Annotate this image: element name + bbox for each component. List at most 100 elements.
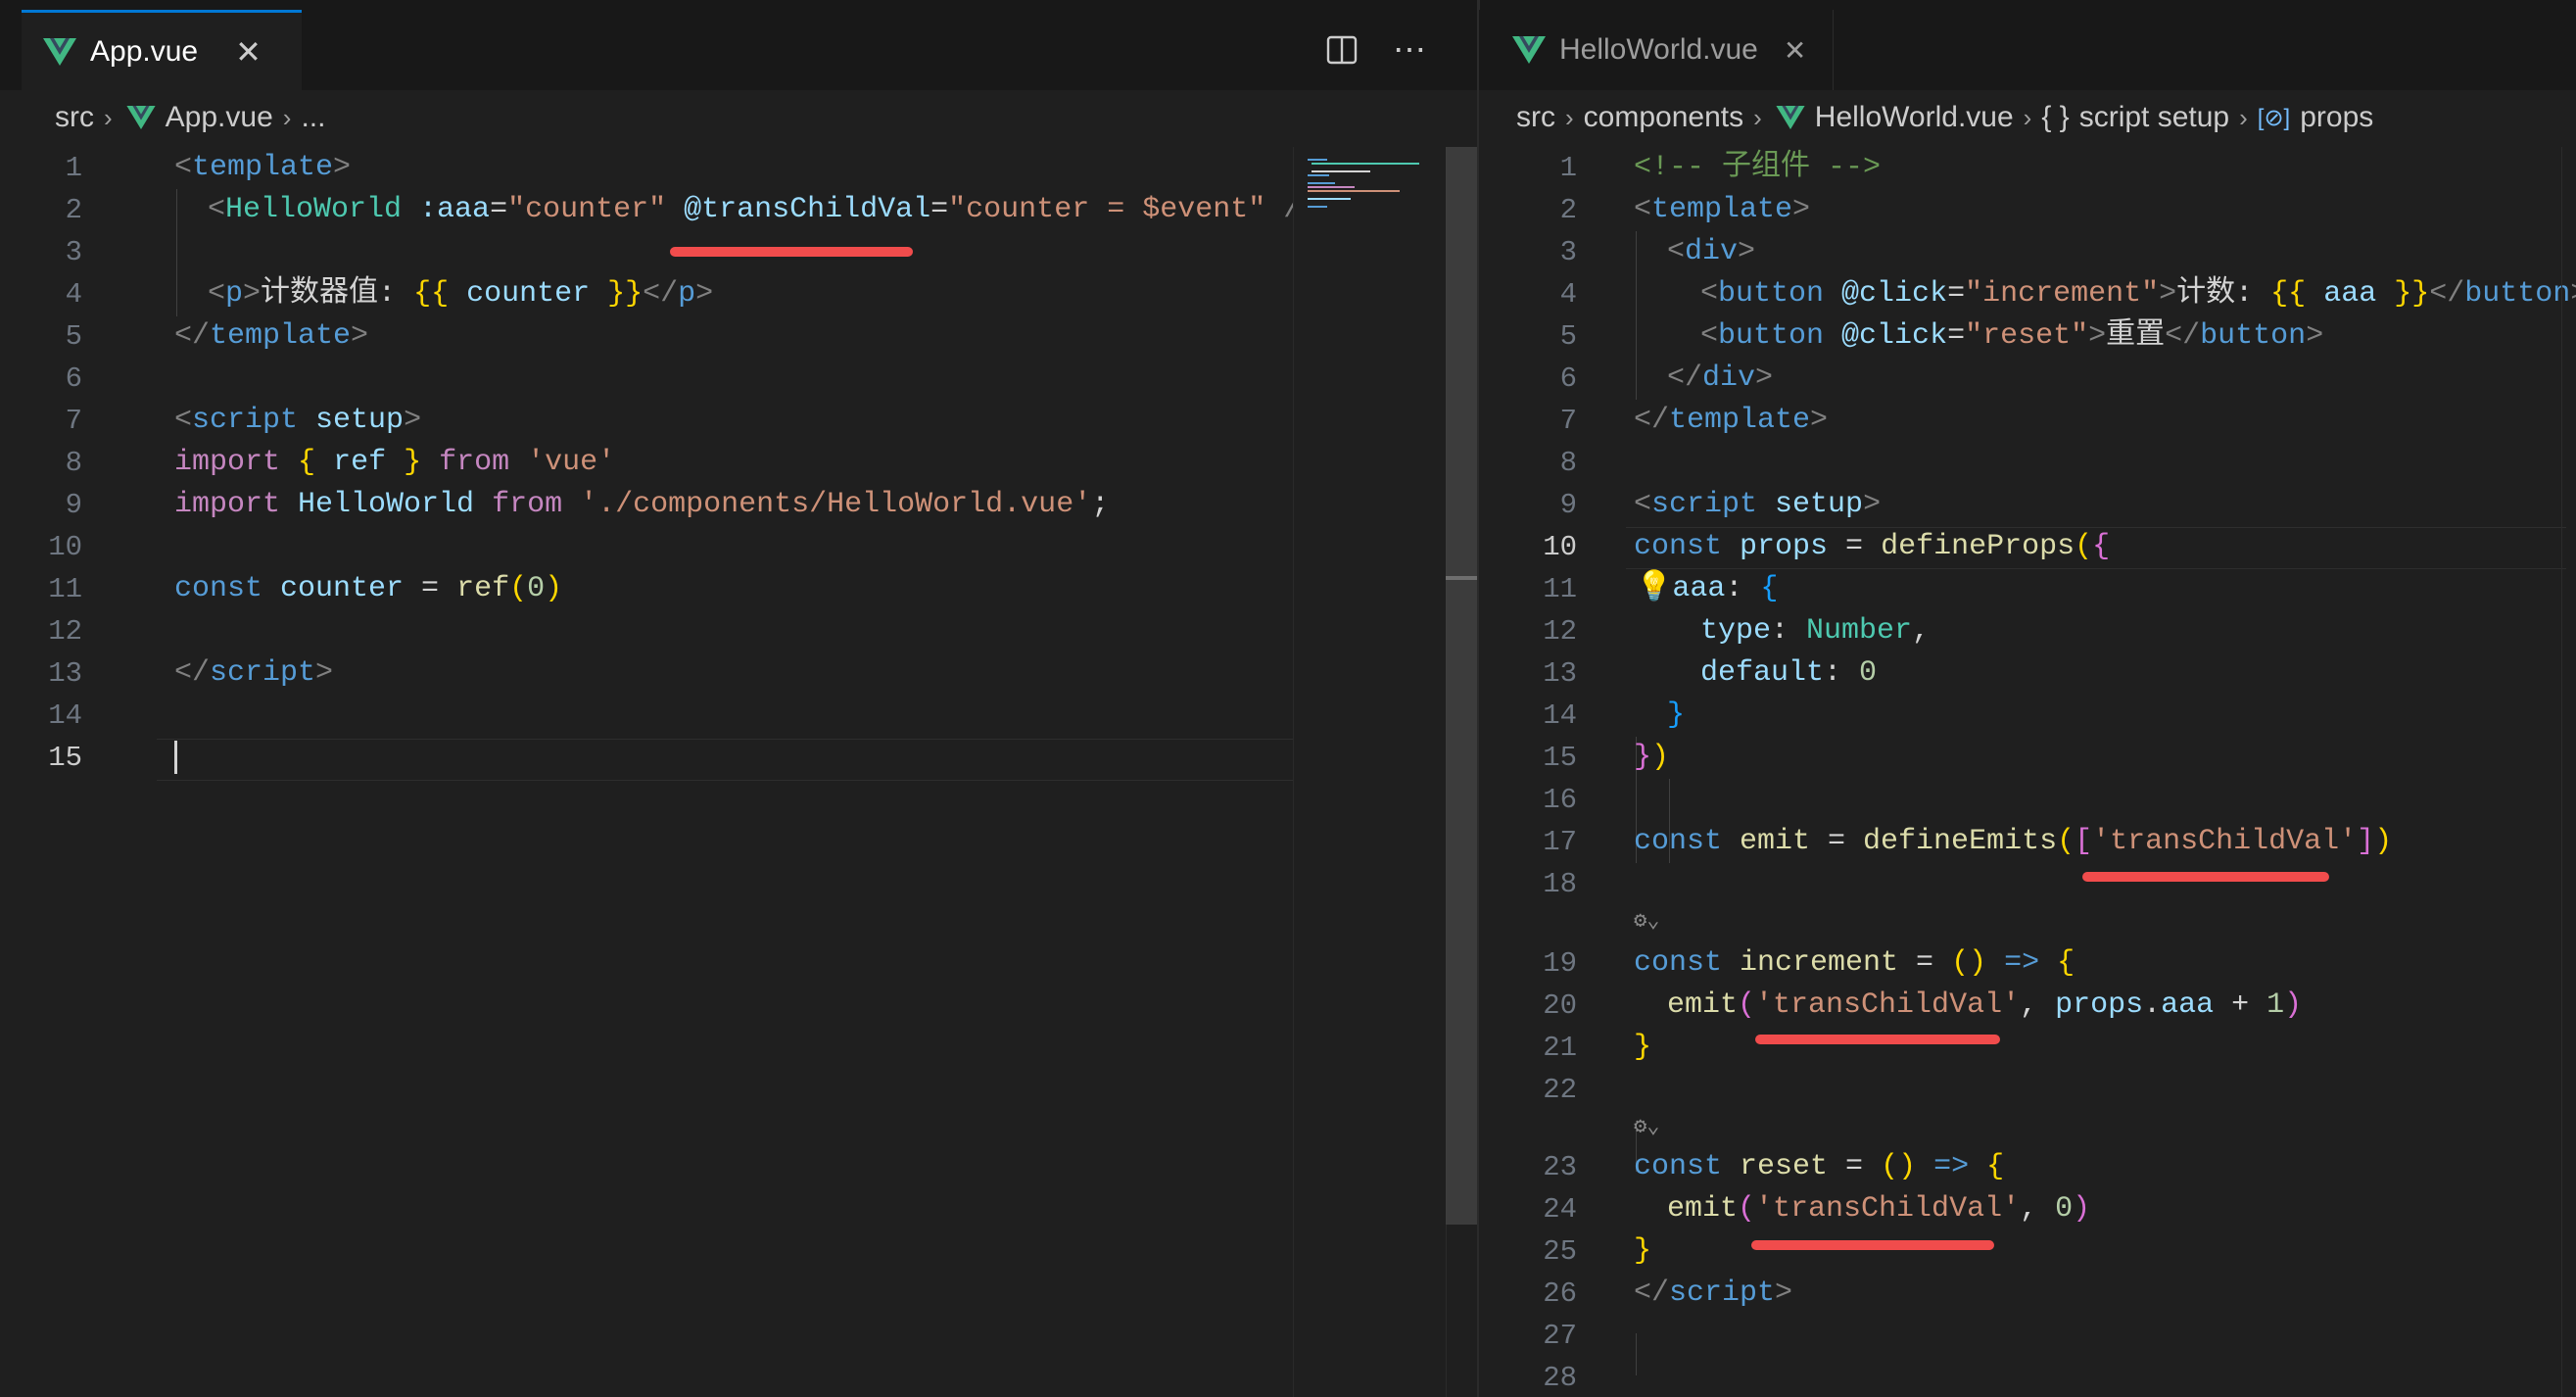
property-icon: [⊘] [2257,104,2291,131]
line-number: 22 [1543,1074,1577,1106]
code-line: <div> [1667,235,1756,268]
line-number: 24 [1543,1193,1577,1226]
breadcrumb-more[interactable]: ... [301,101,325,134]
code-line: <button @click="reset">重置</button> [1700,319,2324,353]
line-number: 21 [1543,1032,1577,1064]
vue-file-icon [126,106,156,129]
breadcrumb: src › App.vue › ... [0,90,1479,145]
code-line: const reset = () => { [1634,1150,2005,1183]
line-number: 12 [1543,615,1577,648]
code-line: <template> [174,151,352,184]
close-icon[interactable]: ✕ [235,33,262,71]
code-line: emit('transChildVal', 0) [1667,1192,2091,1226]
code-line: const counter = ref(0) [174,572,563,605]
lightbulb-icon[interactable]: 💡 [1636,572,1672,605]
vertical-scrollbar[interactable] [2561,147,2576,1397]
vue-file-icon [1776,106,1805,129]
close-icon[interactable]: ✕ [1784,34,1806,67]
code-line: import HelloWorld from './components/Hel… [174,488,1110,521]
line-number: 11 [48,573,82,605]
code-line: 💡aaa: { [1636,572,1779,605]
tab-label: HelloWorld.vue [1559,33,1758,66]
codelens-icon[interactable]: ⚙⌄ [1634,903,1660,940]
line-number: 18 [1543,868,1577,900]
line-number: 16 [1543,784,1577,816]
breadcrumb-script-setup[interactable]: script setup [2079,101,2229,134]
line-number: 23 [1543,1151,1577,1183]
annotation-underline [1751,1240,1994,1250]
chevron-right-icon: › [104,102,113,132]
line-number: 17 [1543,826,1577,858]
line-number: 1 [1559,152,1577,184]
title-strip [0,0,2576,10]
chevron-right-icon: › [2239,102,2248,132]
code-line: const emit = defineEmits(['transChildVal… [1634,825,2393,858]
breadcrumb-src[interactable]: src [1516,101,1555,134]
line-number: 7 [65,405,82,437]
left-editor-group: App.vue ✕ ⋯ src › App.vue › ... 1 <templ… [0,10,1479,1397]
tab-label: App.vue [90,34,199,68]
code-line: </template> [174,319,369,353]
codelens-icon[interactable]: ⚙⌄ [1634,1109,1660,1146]
more-actions-icon[interactable]: ⋯ [1393,30,1428,70]
breadcrumb-file[interactable]: App.vue [166,101,273,134]
code-line: <!-- 子组件 --> [1634,151,1882,184]
line-number: 5 [1559,320,1577,353]
line-number: 15 [48,742,82,774]
line-number: 6 [1559,362,1577,395]
scrollbar-thumb[interactable] [1446,147,1477,1225]
line-number: 8 [65,447,82,479]
line-number: 19 [1543,947,1577,980]
line-number: 3 [65,236,82,268]
scrollbar-cursor-marker [1446,576,1477,580]
line-number: 7 [1559,405,1577,437]
line-number: 27 [1543,1320,1577,1352]
code-line: } [1634,1031,1652,1064]
breadcrumb-file[interactable]: HelloWorld.vue [1815,101,2014,134]
line-number: 10 [1543,531,1577,563]
code-line: </script> [1634,1277,1793,1310]
right-tab-bar: HelloWorld.vue ✕ [1479,10,2576,91]
right-editor-group: HelloWorld.vue ✕ src › components › Hell… [1479,10,2576,1397]
braces-icon: { } [2041,101,2070,133]
code-line: type: Number, [1700,614,1931,648]
vue-file-icon [1512,36,1546,64]
line-number: 2 [65,194,82,226]
breadcrumb: src › components › HelloWorld.vue › { } … [1479,90,2576,145]
line-number: 14 [48,699,82,732]
code-line: <button @click="increment">计数: {{ aaa }}… [1700,277,2576,311]
line-number: 14 [1543,699,1577,732]
line-number: 4 [65,278,82,311]
code-line: </template> [1634,404,1829,437]
split-editor-icon[interactable] [1326,34,1358,66]
line-number: 26 [1543,1277,1577,1310]
line-number: 13 [1543,657,1577,690]
line-number: 11 [1543,573,1577,605]
line-number: 2 [1559,194,1577,226]
left-tab-bar: App.vue ✕ ⋯ [0,10,1479,91]
annotation-underline [1755,1035,2000,1044]
code-line: </div> [1667,361,1774,395]
breadcrumb-components[interactable]: components [1584,101,1743,134]
tab-app-vue[interactable]: App.vue ✕ [22,10,302,90]
code-line: default: 0 [1700,656,1878,690]
code-line: emit('transChildVal', props.aaa + 1) [1667,988,2303,1022]
line-number: 10 [48,531,82,563]
code-line: <HelloWorld :aaa="counter" @transChildVa… [208,193,1318,226]
code-line: } [1634,1234,1652,1268]
line-number: 4 [1559,278,1577,311]
line-number: 8 [1559,447,1577,479]
line-number: 20 [1543,989,1577,1022]
line-number: 9 [65,489,82,521]
breadcrumb-props[interactable]: props [2300,101,2373,134]
chevron-right-icon: › [2023,102,2032,132]
code-line: const increment = () => { [1634,946,2075,980]
tab-helloworld-vue[interactable]: HelloWorld.vue ✕ [1479,10,1834,90]
minimap[interactable] [1293,147,1441,1397]
chevron-right-icon: › [282,102,292,132]
text-cursor [174,741,177,774]
breadcrumb-src[interactable]: src [55,101,94,134]
line-number: 3 [1559,236,1577,268]
chevron-right-icon: › [1565,102,1574,132]
line-number: 12 [48,615,82,648]
